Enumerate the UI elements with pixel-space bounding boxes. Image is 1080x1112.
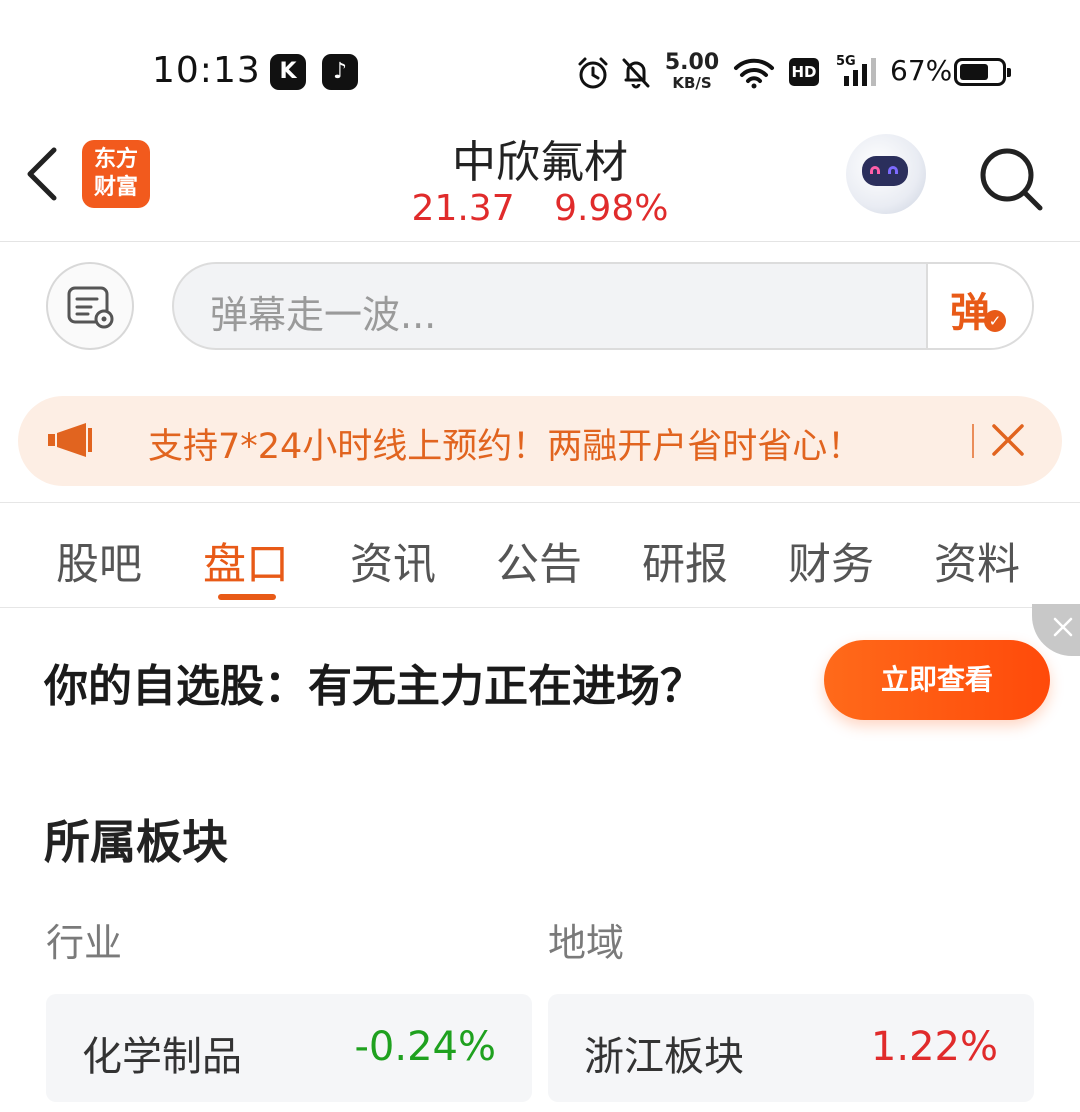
tiktok-app-icon: ♪ (322, 54, 358, 90)
sector-section-title: 所属板块 (44, 815, 228, 869)
promo-text: 支持7*24小时线上预约！两融开户省时省心！ (148, 427, 863, 467)
industry-sector-name: 化学制品 (82, 1034, 242, 1080)
active-tab-indicator (218, 594, 276, 600)
wifi-icon (734, 58, 774, 89)
network-speed: 5.00 KB/S (664, 50, 720, 92)
status-time: 10:13 (152, 50, 261, 91)
promo-banner[interactable]: 支持7*24小时线上预约！两融开户省时省心！ (18, 396, 1062, 486)
danmaku-settings-icon (67, 286, 114, 329)
close-icon (1053, 617, 1073, 637)
alarm-icon (578, 57, 608, 89)
close-icon[interactable] (990, 422, 1026, 458)
region-sector-name: 浙江板块 (584, 1034, 744, 1080)
mute-bell-icon (622, 58, 650, 89)
ad-title[interactable]: 你的自选股：有无主力正在进场？ (44, 650, 704, 714)
danmaku-placeholder: 弹幕走一波... (210, 293, 437, 337)
industry-sector-change: -0.24% (354, 1024, 496, 1070)
divider (0, 502, 1080, 503)
tab-pankou[interactable]: 盘口 (203, 530, 289, 592)
tab-research[interactable]: 研报 (642, 530, 728, 592)
region-sector-card[interactable]: 浙江板块 1.22% (548, 994, 1034, 1102)
tab-finance[interactable]: 财务 (788, 530, 874, 592)
danmaku-send-button[interactable]: 弹 ✓ (926, 264, 1032, 348)
promo-divider (972, 424, 974, 458)
stock-change-percent: 9.98% (554, 188, 669, 229)
battery-icon (954, 58, 1011, 86)
status-bar: 10:13 K ♪ 5.00 KB/S HD 5G 67% (0, 0, 1080, 110)
hd-voice-icon: HD (789, 58, 819, 86)
ad-close-button[interactable] (1032, 604, 1080, 656)
danmaku-bar: 弹幕走一波... 弹 ✓ (0, 262, 1080, 352)
check-badge-icon: ✓ (984, 310, 1006, 332)
region-sector-change: 1.22% (870, 1024, 998, 1070)
danmaku-send-label: 弹 (950, 290, 990, 336)
view-now-button[interactable]: 立即查看 (824, 640, 1050, 720)
industry-label: 行业 (46, 921, 123, 965)
signal-icon (844, 58, 876, 86)
tab-announcements[interactable]: 公告 (496, 530, 582, 592)
tab-news[interactable]: 资讯 (350, 530, 436, 592)
tab-guba[interactable]: 股吧 (56, 530, 142, 592)
search-icon[interactable] (976, 144, 1046, 214)
ai-assistant-robot-icon[interactable] (846, 134, 926, 214)
danmaku-input[interactable]: 弹幕走一波... 弹 ✓ (172, 262, 1034, 350)
tab-profile[interactable]: 资料 (934, 530, 1020, 592)
kuaishou-app-icon: K (270, 54, 306, 90)
stock-tabs: 股吧 盘口 资讯 公告 研报 财务 资料 (0, 520, 1080, 608)
battery-percent: 67% (890, 54, 953, 87)
megaphone-icon (48, 423, 92, 457)
stock-price: 21.37 (411, 188, 515, 229)
danmaku-settings-button[interactable] (46, 262, 134, 350)
stock-header: 东方 财富 中欣氟材 21.37 9.98% (0, 112, 1080, 242)
industry-sector-card[interactable]: 化学制品 -0.24% (46, 994, 532, 1102)
region-label: 地域 (548, 921, 625, 965)
